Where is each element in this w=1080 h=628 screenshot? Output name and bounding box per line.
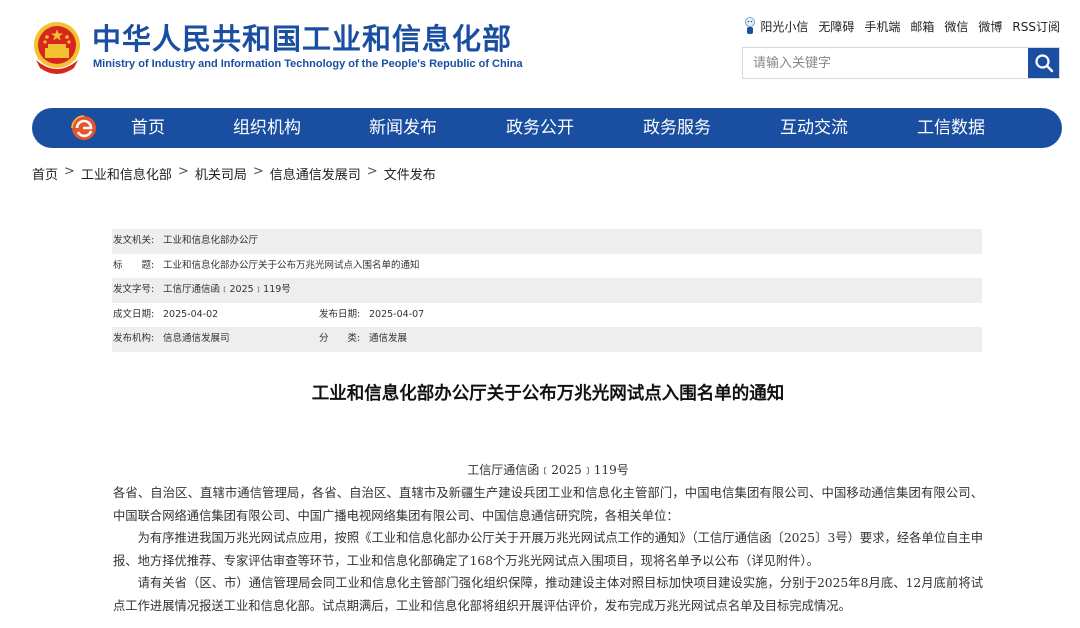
search-input[interactable]: [743, 48, 1028, 78]
article-paragraph: 各省、自治区、直辖市通信管理局，各省、自治区、直辖市及新疆生产建设兵团工业和信息…: [113, 486, 983, 523]
breadcrumb-item-dept[interactable]: 信息通信发展司: [270, 164, 361, 183]
meta-value: 工业和信息化部办公厅关于公布万兆光网试点入围名单的通知: [163, 259, 420, 271]
document-number: 工信厅通信函﹝2025﹞119号: [467, 463, 629, 477]
breadcrumb-separator: >: [177, 164, 189, 179]
meta-value: 2025-04-02: [163, 308, 219, 320]
breadcrumb-item-departments[interactable]: 机关司局: [195, 164, 247, 183]
breadcrumb-separator: >: [252, 164, 264, 179]
breadcrumb-item-ministry[interactable]: 工业和信息化部: [81, 164, 172, 183]
toplink-rss[interactable]: RSS订阅: [1012, 18, 1060, 35]
top-links: 阳光小信 无障碍 手机端 邮箱 微信 微博 RSS订阅: [744, 17, 1060, 35]
meta-row-docno: 发文字号: 工信厅通信函﹝2025﹞119号: [112, 278, 982, 303]
site-subtitle: Ministry of Industry and Information Tec…: [93, 58, 523, 70]
article-body: 各省、自治区、直辖市通信管理局，各省、自治区、直辖市及新疆生产建设兵团工业和信息…: [113, 482, 983, 618]
search-button[interactable]: [1028, 48, 1059, 78]
meta-label: 发文字号:: [113, 284, 155, 296]
meta-label: 发文机关:: [113, 235, 155, 246]
meta-label: 分 类:: [319, 333, 361, 345]
sunshine-mascot-icon: [745, 17, 756, 34]
breadcrumb-separator: >: [366, 164, 378, 179]
meta-value: 通信发展: [369, 333, 408, 345]
breadcrumb-item-home[interactable]: 首页: [32, 164, 58, 183]
meta-row-org: 发布机构: 信息通信发展司 分 类: 通信发展: [112, 327, 982, 352]
main-nav: 首页 组织机构 新闻发布 政务公开 政务服务 互动交流 工信数据: [32, 108, 1062, 148]
toplink-accessibility[interactable]: 无障碍: [818, 18, 854, 35]
toplink-label: 阳光小信: [760, 19, 809, 34]
national-emblem-icon[interactable]: [32, 20, 82, 76]
meta-value: 信息通信发展司: [163, 333, 230, 345]
meta-row-dates: 成文日期: 2025-04-02 发布日期: 2025-04-07: [112, 303, 982, 328]
meta-value: 2025-04-07: [369, 308, 425, 320]
nav-item-organization[interactable]: 组织机构: [233, 108, 301, 148]
meta-value: 工信厅通信函﹝2025﹞119号: [163, 284, 291, 296]
breadcrumb: 首页 > 工业和信息化部 > 机关司局 > 信息通信发展司 > 文件发布: [32, 164, 436, 183]
toplink-mobile[interactable]: 手机端: [864, 18, 900, 35]
toplink-weibo[interactable]: 微博: [978, 18, 1002, 35]
article-title: 工业和信息化部办公厅关于公布万兆光网试点入围名单的通知: [311, 384, 785, 404]
article-paragraph: 请有关省（区、市）通信管理局会同工业和信息化主管部门强化组织保障，推动建设主体对…: [113, 576, 983, 613]
toplink-wechat[interactable]: 微信: [944, 18, 968, 35]
toplink-sunshine[interactable]: 阳光小信: [744, 17, 808, 35]
nav-item-data[interactable]: 工信数据: [917, 108, 985, 148]
nav-logo-icon[interactable]: [70, 114, 98, 142]
toplink-mail[interactable]: 邮箱: [910, 18, 934, 35]
site-header: 中华人民共和国工业和信息化部 Ministry of Industry and …: [0, 0, 1080, 100]
search-box: [742, 47, 1060, 79]
nav-item-interaction[interactable]: 互动交流: [780, 108, 848, 148]
search-icon: [1034, 54, 1053, 73]
nav-item-home[interactable]: 首页: [131, 108, 165, 148]
document-meta-table: 发文机关: 工业和信息化部办公厅 标 题: 工业和信息化部办公厅关于公布万兆光网…: [112, 229, 982, 352]
meta-label: 发布日期:: [319, 308, 361, 320]
meta-label: 标 题:: [113, 259, 155, 271]
article-paragraph: 为有序推进我国万兆光网试点应用，按照《工业和信息化部办公厅关于开展万兆光网试点工…: [113, 531, 983, 568]
site-title: 中华人民共和国工业和信息化部: [92, 22, 513, 56]
nav-item-gov-services[interactable]: 政务服务: [643, 108, 711, 148]
breadcrumb-item-documents[interactable]: 文件发布: [384, 164, 436, 183]
nav-item-news[interactable]: 新闻发布: [369, 108, 437, 148]
meta-label: 成文日期:: [113, 308, 155, 320]
meta-label: 发布机构:: [113, 333, 155, 345]
meta-row-title: 标 题: 工业和信息化部办公厅关于公布万兆光网试点入围名单的通知: [112, 254, 982, 279]
meta-row-issuer: 发文机关: 工业和信息化部办公厅: [112, 229, 982, 254]
breadcrumb-separator: >: [64, 164, 75, 179]
meta-value: 工业和信息化部办公厅: [163, 235, 259, 246]
nav-item-gov-affairs[interactable]: 政务公开: [506, 108, 574, 148]
